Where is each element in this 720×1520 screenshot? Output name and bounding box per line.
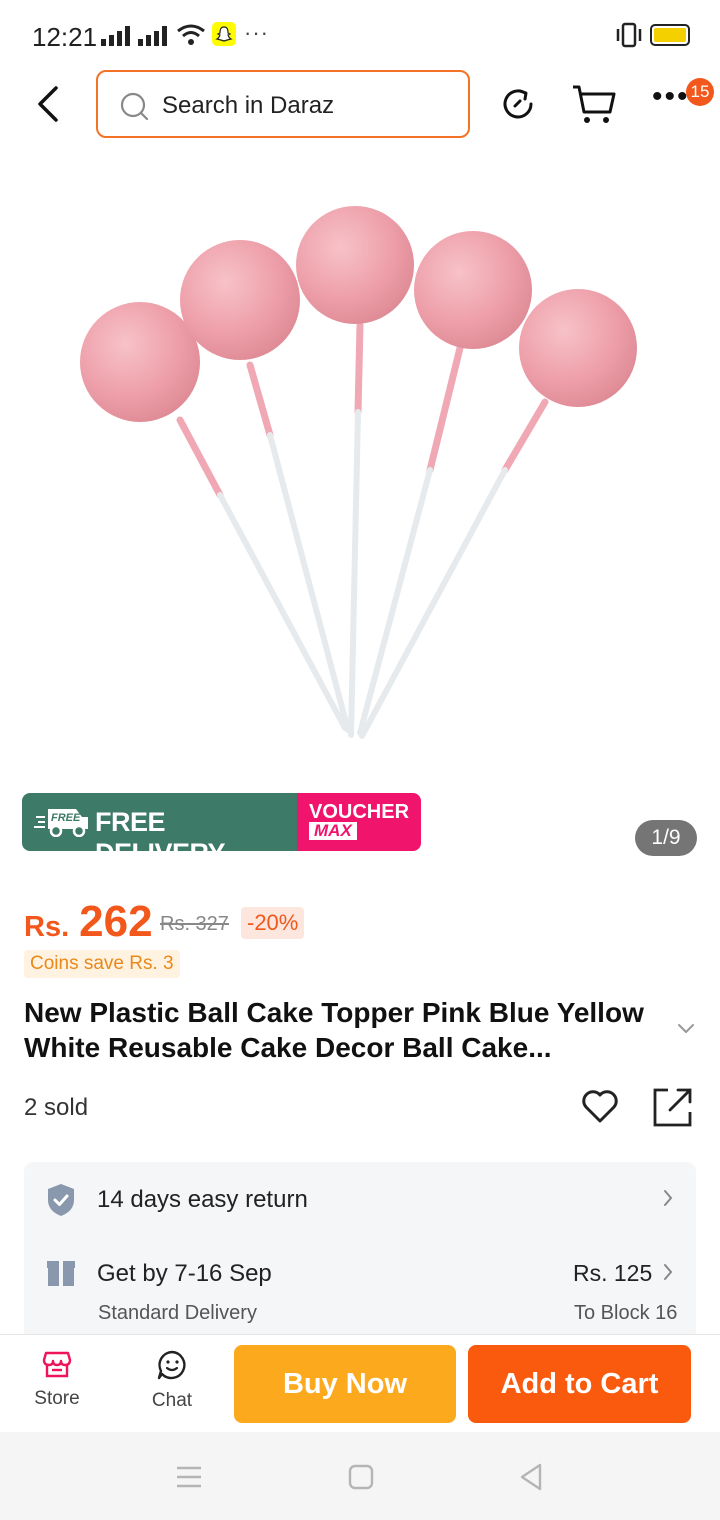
back-arrow-icon[interactable] (30, 84, 70, 124)
delivery-type: Standard Delivery (98, 1302, 257, 1324)
coins-badge: Coins save Rs. 3 (24, 950, 180, 978)
service-info-panel: 14 days easy return Get by 7-16 Sep Stan… (24, 1162, 696, 1342)
price-amount: 262 (79, 897, 153, 946)
voucher-max-badge: VOUCHER MAX (297, 793, 421, 851)
chat-icon (157, 1350, 186, 1380)
chat-button[interactable]: Chat (142, 1349, 202, 1412)
chevron-down-icon[interactable] (676, 1022, 696, 1036)
snapchat-icon (212, 22, 236, 46)
return-policy[interactable]: 14 days easy return (97, 1186, 308, 1214)
search-placeholder: Search in Daraz (162, 92, 335, 119)
system-nav-bar (0, 1432, 720, 1520)
free-badge-word: FREE (51, 812, 81, 824)
add-to-cart-button[interactable]: Add to Cart (468, 1345, 691, 1423)
promo-banner[interactable]: FREE FREE DELIVERY VOUCHER MAX (22, 793, 421, 851)
search-icon (120, 92, 149, 121)
store-button[interactable]: Store (30, 1349, 84, 1410)
product-image[interactable] (0, 150, 720, 770)
store-label: Store (34, 1388, 80, 1409)
more-notifications-icon: ··· (244, 20, 269, 45)
max-label: MAX (309, 822, 357, 840)
sold-count: 2 sold (24, 1094, 89, 1121)
shield-check-icon (48, 1184, 74, 1216)
bottom-action-bar: Store Chat Buy Now Add to Cart (0, 1334, 720, 1432)
wishlist-heart-icon[interactable] (580, 1086, 620, 1126)
product-title[interactable]: New Plastic Ball Cake Topper Pink Blue Y… (24, 995, 674, 1065)
signal-icon (101, 26, 130, 46)
free-delivery-label: FREE DELIVERY (95, 807, 226, 851)
free-delivery-badge: FREE FREE DELIVERY (22, 793, 297, 851)
discount-badge: -20% (241, 907, 305, 939)
delivery-estimate[interactable]: Get by 7-16 Sep (97, 1260, 272, 1288)
image-counter: 1/9 (635, 820, 697, 856)
delivery-destination: To Block 16 (574, 1302, 678, 1324)
wifi-icon (177, 24, 205, 45)
status-bar: 12:21 ··· (0, 0, 720, 70)
delivery-fee: Rs. 125 (573, 1260, 653, 1286)
store-icon (42, 1351, 72, 1378)
share-icon[interactable] (652, 1086, 694, 1128)
more-menu-icon[interactable]: ••• (652, 80, 690, 114)
history-icon[interactable] (498, 84, 538, 124)
chevron-right-icon[interactable] (662, 1188, 674, 1208)
cart-icon[interactable] (570, 82, 618, 126)
battery-icon (650, 24, 690, 46)
menu-icon[interactable] (175, 1465, 203, 1489)
search-input[interactable]: Search in Daraz (96, 70, 470, 138)
back-nav-icon[interactable] (518, 1462, 544, 1492)
home-icon[interactable] (348, 1464, 374, 1490)
signal-icon-2 (138, 26, 167, 46)
original-price: Rs. 327 (160, 913, 229, 935)
chevron-right-icon-2[interactable] (662, 1262, 674, 1282)
chat-label: Chat (151, 1390, 193, 1411)
clock: 12:21 (32, 22, 98, 52)
price: Rs. 262 (24, 897, 153, 947)
delivery-truck-icon: FREE (34, 809, 88, 837)
package-icon (47, 1261, 75, 1286)
buy-now-button[interactable]: Buy Now (234, 1345, 456, 1423)
price-currency: Rs. (24, 911, 70, 943)
vibrate-icon (616, 22, 642, 48)
notification-badge: 15 (686, 78, 714, 106)
product-page: 12:21 ··· Search in Daraz ••• 15 FREE FR… (0, 0, 720, 1520)
